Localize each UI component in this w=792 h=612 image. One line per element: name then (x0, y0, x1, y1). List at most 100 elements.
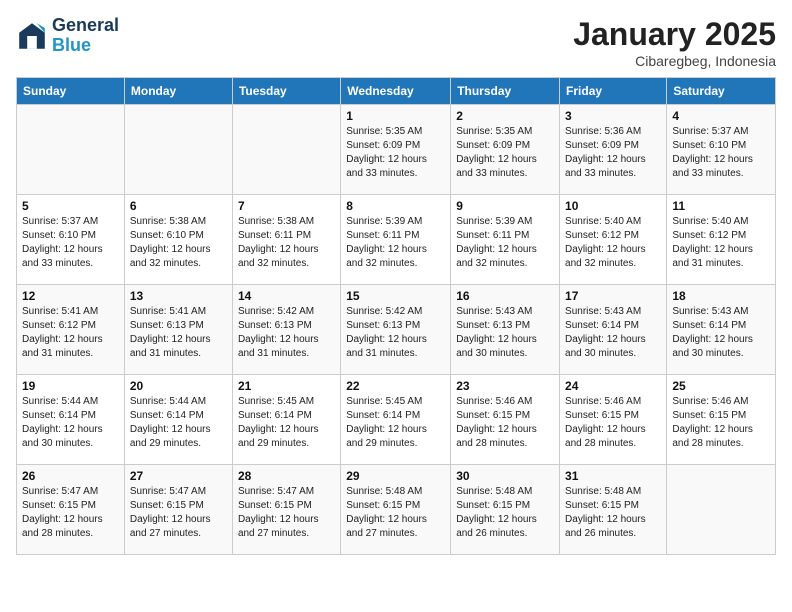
day-number: 22 (346, 379, 445, 393)
day-number: 6 (130, 199, 227, 213)
day-cell: 3 Sunrise: 5:36 AM Sunset: 6:09 PM Daylig… (560, 105, 667, 195)
day-cell: 5 Sunrise: 5:37 AM Sunset: 6:10 PM Daylig… (17, 195, 125, 285)
day-cell: 26Sunrise: 5:47 AM Sunset: 6:15 PM Dayli… (17, 465, 125, 555)
day-info: Sunrise: 5:48 AM Sunset: 6:15 PM Dayligh… (346, 485, 445, 541)
day-cell: 8 Sunrise: 5:39 AM Sunset: 6:11 PM Daylig… (341, 195, 451, 285)
day-info: Sunrise: 5:45 AM Sunset: 6:14 PM Dayligh… (238, 395, 335, 451)
day-info: Sunrise: 5:37 AM Sunset: 6:10 PM Dayligh… (22, 215, 119, 271)
day-number: 4 (672, 109, 770, 123)
logo-text: General Blue (52, 16, 119, 56)
day-cell: 29 Sunrise: 5:48 AM Sunset: 6:15 PM Dayli… (341, 465, 451, 555)
day-number: 13 (130, 289, 227, 303)
day-info: Sunrise: 5:40 AM Sunset: 6:12 PM Dayligh… (565, 215, 661, 271)
day-info: Sunrise: 5:37 AM Sunset: 6:10 PM Dayligh… (672, 125, 770, 181)
day-info: Sunrise: 5:38 AM Sunset: 6:11 PM Dayligh… (238, 215, 335, 271)
day-info: Sunrise: 5:42 AM Sunset: 6:13 PM Dayligh… (346, 305, 445, 361)
day-cell: 23Sunrise: 5:46 AM Sunset: 6:15 PM Dayli… (451, 375, 560, 465)
day-number: 16 (456, 289, 554, 303)
day-number: 30 (456, 469, 554, 483)
day-number: 12 (22, 289, 119, 303)
month-title: January 2025 (573, 16, 776, 53)
day-cell: 16 Sunrise: 5:43 AM Sunset: 6:13 PM Dayli… (451, 285, 560, 375)
day-info: Sunrise: 5:43 AM Sunset: 6:14 PM Dayligh… (565, 305, 661, 361)
day-number: 21 (238, 379, 335, 393)
day-info: Sunrise: 5:42 AM Sunset: 6:13 PM Dayligh… (238, 305, 335, 361)
day-cell: 25Sunrise: 5:46 AM Sunset: 6:15 PM Dayli… (667, 375, 776, 465)
day-info: Sunrise: 5:39 AM Sunset: 6:11 PM Dayligh… (346, 215, 445, 271)
day-number: 29 (346, 469, 445, 483)
day-number: 17 (565, 289, 661, 303)
day-cell: 2 Sunrise: 5:35 AM Sunset: 6:09 PM Daylig… (451, 105, 560, 195)
day-info: Sunrise: 5:47 AM Sunset: 6:15 PM Dayligh… (22, 485, 119, 541)
week-row-3: 12 Sunrise: 5:41 AM Sunset: 6:12 PM Dayli… (17, 285, 776, 375)
day-info: Sunrise: 5:40 AM Sunset: 6:12 PM Dayligh… (672, 215, 770, 271)
day-info: Sunrise: 5:35 AM Sunset: 6:09 PM Dayligh… (456, 125, 554, 181)
day-cell: 15 Sunrise: 5:42 AM Sunset: 6:13 PM Dayli… (341, 285, 451, 375)
day-info: Sunrise: 5:35 AM Sunset: 6:09 PM Dayligh… (346, 125, 445, 181)
header-cell-saturday: Saturday (667, 78, 776, 105)
day-cell: 21 Sunrise: 5:45 AM Sunset: 6:14 PM Dayli… (232, 375, 340, 465)
day-number: 8 (346, 199, 445, 213)
day-number: 24 (565, 379, 661, 393)
day-info: Sunrise: 5:48 AM Sunset: 6:15 PM Dayligh… (565, 485, 661, 541)
day-number: 9 (456, 199, 554, 213)
location: Cibaregbeg, Indonesia (573, 53, 776, 69)
week-row-5: 26Sunrise: 5:47 AM Sunset: 6:15 PM Dayli… (17, 465, 776, 555)
header-cell-monday: Monday (124, 78, 232, 105)
day-number: 31 (565, 469, 661, 483)
day-number: 5 (22, 199, 119, 213)
day-cell: 20Sunrise: 5:44 AM Sunset: 6:14 PM Dayli… (124, 375, 232, 465)
day-cell: 18 Sunrise: 5:43 AM Sunset: 6:14 PM Dayli… (667, 285, 776, 375)
day-number: 2 (456, 109, 554, 123)
day-info: Sunrise: 5:36 AM Sunset: 6:09 PM Dayligh… (565, 125, 661, 181)
week-row-1: 1Sunrise: 5:35 AM Sunset: 6:09 PM Daylig… (17, 105, 776, 195)
day-info: Sunrise: 5:39 AM Sunset: 6:11 PM Dayligh… (456, 215, 554, 271)
header-cell-wednesday: Wednesday (341, 78, 451, 105)
day-number: 3 (565, 109, 661, 123)
day-cell (232, 105, 340, 195)
day-cell (17, 105, 125, 195)
day-cell (667, 465, 776, 555)
day-number: 15 (346, 289, 445, 303)
header-cell-thursday: Thursday (451, 78, 560, 105)
day-info: Sunrise: 5:45 AM Sunset: 6:14 PM Dayligh… (346, 395, 445, 451)
day-cell: 27Sunrise: 5:47 AM Sunset: 6:15 PM Dayli… (124, 465, 232, 555)
header-cell-tuesday: Tuesday (232, 78, 340, 105)
day-info: Sunrise: 5:38 AM Sunset: 6:10 PM Dayligh… (130, 215, 227, 271)
day-number: 19 (22, 379, 119, 393)
logo: General Blue (16, 16, 119, 56)
day-cell: 12 Sunrise: 5:41 AM Sunset: 6:12 PM Dayli… (17, 285, 125, 375)
day-info: Sunrise: 5:41 AM Sunset: 6:12 PM Dayligh… (22, 305, 119, 361)
day-info: Sunrise: 5:41 AM Sunset: 6:13 PM Dayligh… (130, 305, 227, 361)
day-cell: 28 Sunrise: 5:47 AM Sunset: 6:15 PM Dayli… (232, 465, 340, 555)
day-info: Sunrise: 5:43 AM Sunset: 6:14 PM Dayligh… (672, 305, 770, 361)
header-row: SundayMondayTuesdayWednesdayThursdayFrid… (17, 78, 776, 105)
day-number: 10 (565, 199, 661, 213)
day-cell: 14 Sunrise: 5:42 AM Sunset: 6:13 PM Dayli… (232, 285, 340, 375)
day-cell: 19 Sunrise: 5:44 AM Sunset: 6:14 PM Dayli… (17, 375, 125, 465)
day-cell: 6 Sunrise: 5:38 AM Sunset: 6:10 PM Daylig… (124, 195, 232, 285)
week-row-2: 5 Sunrise: 5:37 AM Sunset: 6:10 PM Daylig… (17, 195, 776, 285)
day-info: Sunrise: 5:47 AM Sunset: 6:15 PM Dayligh… (238, 485, 335, 541)
day-info: Sunrise: 5:48 AM Sunset: 6:15 PM Dayligh… (456, 485, 554, 541)
day-info: Sunrise: 5:43 AM Sunset: 6:13 PM Dayligh… (456, 305, 554, 361)
day-number: 14 (238, 289, 335, 303)
page-header: General Blue January 2025 Cibaregbeg, In… (16, 16, 776, 69)
day-cell: 11 Sunrise: 5:40 AM Sunset: 6:12 PM Dayli… (667, 195, 776, 285)
day-number: 25 (672, 379, 770, 393)
day-cell: 17 Sunrise: 5:43 AM Sunset: 6:14 PM Dayli… (560, 285, 667, 375)
day-cell: 1Sunrise: 5:35 AM Sunset: 6:09 PM Daylig… (341, 105, 451, 195)
day-cell: 30 Sunrise: 5:48 AM Sunset: 6:15 PM Dayli… (451, 465, 560, 555)
header-cell-friday: Friday (560, 78, 667, 105)
day-cell: 13 Sunrise: 5:41 AM Sunset: 6:13 PM Dayli… (124, 285, 232, 375)
day-info: Sunrise: 5:44 AM Sunset: 6:14 PM Dayligh… (130, 395, 227, 451)
day-number: 18 (672, 289, 770, 303)
calendar-table: SundayMondayTuesdayWednesdayThursdayFrid… (16, 77, 776, 555)
day-number: 23 (456, 379, 554, 393)
day-number: 7 (238, 199, 335, 213)
logo-icon (16, 20, 48, 52)
day-number: 11 (672, 199, 770, 213)
header-cell-sunday: Sunday (17, 78, 125, 105)
day-info: Sunrise: 5:44 AM Sunset: 6:14 PM Dayligh… (22, 395, 119, 451)
day-number: 28 (238, 469, 335, 483)
